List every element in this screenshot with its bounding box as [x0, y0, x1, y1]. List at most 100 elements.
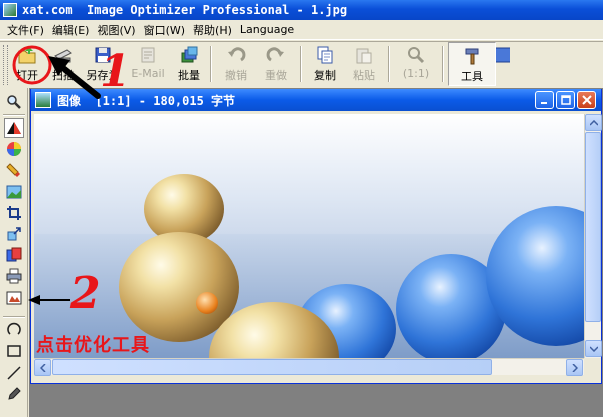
toolbar-overflow-button[interactable] — [496, 42, 510, 86]
zoom-1-1-label: (1:1) — [402, 67, 430, 80]
toolbar-separator — [210, 46, 212, 82]
batch-icon — [181, 46, 198, 63]
maximize-icon — [560, 95, 571, 105]
toolbar-grip[interactable] — [3, 45, 8, 85]
menu-help[interactable]: 帮助(H) — [189, 22, 236, 38]
picture-icon — [6, 185, 22, 199]
image-window-title: 图像 [1:1] - 180,015 字节 — [57, 93, 236, 108]
zoom-1-1-button[interactable]: (1:1) — [394, 42, 438, 86]
menu-bar: 文件(F) 编辑(E) 视图(V) 窗口(W) 帮助(H) Language — [0, 20, 603, 40]
pen-icon — [8, 387, 21, 400]
main-toolbar: 打开 扫描 另存为 E-Mail 批量 撤销 重做 复制 粘贴 (1:1) 工具 — [0, 41, 603, 87]
menu-window[interactable]: 窗口(W) — [140, 22, 189, 38]
app-icon — [3, 3, 17, 17]
palette-picture-tool[interactable] — [4, 182, 24, 202]
magnifier-icon — [7, 95, 21, 109]
toolbar-separator — [300, 46, 302, 82]
palette-separator — [3, 114, 25, 116]
scroll-down-button[interactable] — [585, 340, 602, 357]
app-title-bar: xat.com Image Optimizer Professional - 1… — [0, 0, 603, 20]
menu-edit[interactable]: 编辑(E) — [48, 22, 94, 38]
undo-button[interactable]: 撤销 — [216, 42, 256, 86]
app-title: xat.com Image Optimizer Professional - 1… — [22, 3, 348, 17]
tools-button-label: 工具 — [461, 70, 483, 83]
maximize-button[interactable] — [556, 91, 575, 109]
palette-crop-tool[interactable] — [4, 203, 24, 223]
mask-icon — [6, 247, 22, 262]
chevron-down-icon — [589, 345, 598, 352]
palette-brush-tool[interactable] — [4, 160, 24, 180]
rectangle-icon — [7, 345, 21, 357]
open-folder-icon — [18, 47, 36, 64]
scan-button-label: 扫描 — [52, 69, 74, 82]
annotation-step-1: 1 — [100, 46, 131, 97]
resize-icon — [7, 227, 21, 241]
annotation-step-2: 2 — [70, 268, 101, 319]
email-button-label: E-Mail — [131, 67, 165, 80]
toolbar-separator — [442, 46, 444, 82]
color-wheel-icon — [7, 142, 21, 156]
scroll-up-button[interactable] — [585, 114, 602, 131]
palette-levels-tool[interactable] — [4, 118, 24, 138]
batch-button[interactable]: 批量 — [172, 42, 206, 86]
palette-rectangle-tool[interactable] — [4, 341, 24, 361]
chevron-up-icon — [589, 119, 598, 126]
orange-sphere — [196, 292, 218, 314]
image-doc-icon — [35, 92, 51, 108]
size-grip[interactable] — [584, 358, 601, 375]
email-button[interactable]: E-Mail — [124, 42, 172, 86]
scanner-icon — [54, 49, 72, 63]
annotation-hint: 点击优化工具 — [36, 335, 150, 356]
menu-file[interactable]: 文件(F) — [3, 22, 48, 38]
levels-icon — [7, 122, 21, 134]
line-icon — [7, 366, 21, 380]
paste-icon — [356, 48, 372, 64]
palette-printer-tool[interactable] — [4, 266, 24, 286]
palette-lasso-tool[interactable] — [4, 320, 24, 340]
email-icon — [141, 47, 155, 63]
scan-button[interactable]: 扫描 — [44, 42, 82, 86]
open-button[interactable]: 打开 — [10, 42, 44, 86]
toolbar-separator — [388, 46, 390, 82]
palette-mask-tool[interactable] — [4, 245, 24, 265]
menu-view[interactable]: 视图(V) — [93, 22, 139, 38]
brush-icon — [6, 163, 20, 177]
copy-icon — [317, 46, 333, 64]
optimize-icon — [6, 291, 22, 305]
palette-pen-tool[interactable] — [4, 384, 24, 404]
minimize-button[interactable] — [535, 91, 554, 109]
paste-button[interactable]: 粘贴 — [344, 42, 384, 86]
palette-optimize-tool[interactable] — [4, 288, 24, 308]
redo-icon — [266, 47, 284, 62]
palette-separator — [3, 316, 25, 318]
vertical-scrollbar[interactable] — [584, 114, 602, 358]
chevron-right-icon — [571, 363, 578, 372]
hammer-icon — [465, 48, 479, 65]
horizontal-scroll-thumb[interactable] — [52, 359, 492, 375]
scroll-left-button[interactable] — [34, 359, 51, 376]
palette-zoom-tool[interactable] — [4, 92, 24, 112]
close-button[interactable] — [577, 91, 596, 109]
chevron-left-icon — [39, 363, 46, 372]
image-canvas[interactable] — [34, 114, 584, 358]
open-button-label: 打开 — [16, 69, 38, 82]
redo-button[interactable]: 重做 — [256, 42, 296, 86]
tools-button[interactable]: 工具 — [448, 42, 496, 86]
minimize-icon — [541, 101, 547, 104]
lasso-icon — [7, 322, 21, 335]
copy-button[interactable]: 复制 — [306, 42, 344, 86]
palette-color-tool[interactable] — [4, 139, 24, 159]
redo-button-label: 重做 — [265, 69, 287, 82]
vertical-scroll-thumb[interactable] — [585, 132, 601, 322]
paste-button-label: 粘贴 — [353, 69, 375, 82]
close-icon — [581, 95, 592, 105]
toolbar-overflow-icon — [496, 47, 510, 63]
batch-button-label: 批量 — [178, 69, 200, 82]
horizontal-scrollbar[interactable] — [34, 358, 584, 376]
crop-icon — [7, 206, 21, 220]
copy-button-label: 复制 — [314, 69, 336, 82]
menu-language[interactable]: Language — [236, 23, 298, 36]
scroll-right-button[interactable] — [566, 359, 583, 376]
palette-resize-tool[interactable] — [4, 224, 24, 244]
palette-line-tool[interactable] — [4, 363, 24, 383]
